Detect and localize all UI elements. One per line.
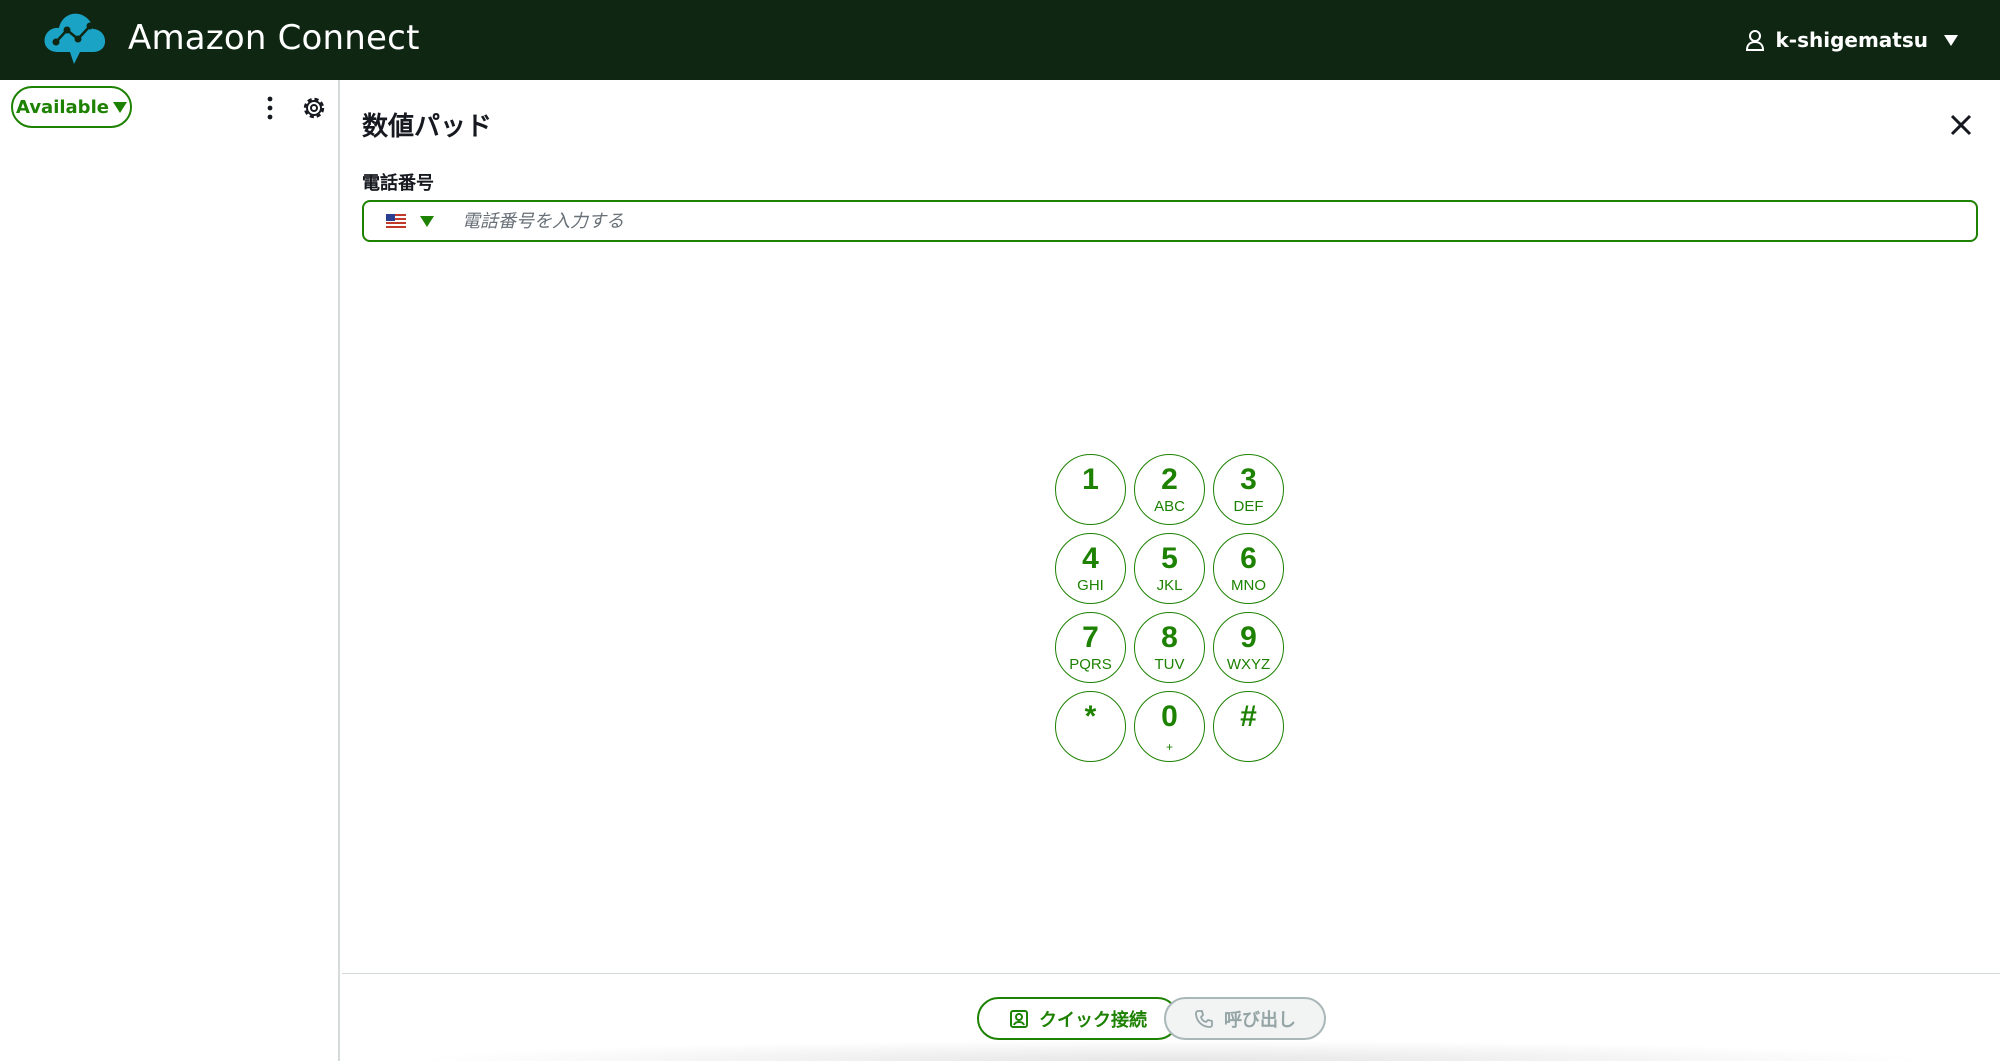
caret-down-icon bbox=[420, 215, 434, 227]
key-digit: 2 bbox=[1161, 463, 1178, 496]
us-flag-icon bbox=[386, 214, 406, 228]
country-code-dropdown[interactable] bbox=[364, 214, 462, 228]
user-name: k-shigematsu bbox=[1775, 28, 1928, 52]
phone-icon bbox=[1195, 1009, 1213, 1028]
numeric-pad-panel: 数値パッド 電話番号 1 2 ABC 3 DEF 4 GHI 5 JKL 6 MNO 7 PQRS 8 TU… bbox=[342, 80, 2000, 1061]
panel-title: 数値パッド bbox=[362, 112, 493, 142]
key-letters: PQRS bbox=[1069, 656, 1112, 673]
vertical-dots-icon[interactable] bbox=[258, 94, 282, 122]
key-digit: * bbox=[1084, 700, 1097, 733]
user-icon bbox=[1746, 30, 1765, 51]
keypad-key[interactable]: 9 WXYZ bbox=[1213, 612, 1284, 683]
footer-divider bbox=[342, 973, 2000, 974]
call-button[interactable]: 呼び出し bbox=[1164, 997, 1326, 1040]
key-digit: 0 bbox=[1161, 700, 1178, 733]
phone-number-field bbox=[362, 200, 1978, 242]
caret-down-icon bbox=[1944, 34, 1958, 46]
key-digit: # bbox=[1240, 700, 1257, 733]
keypad-key[interactable]: 4 GHI bbox=[1055, 533, 1126, 604]
keypad-key[interactable]: * bbox=[1055, 691, 1126, 762]
phone-number-label: 電話番号 bbox=[362, 173, 434, 194]
keypad-key[interactable]: 1 bbox=[1055, 454, 1126, 525]
keypad-key[interactable]: 8 TUV bbox=[1134, 612, 1205, 683]
amazon-connect-logo-icon bbox=[44, 13, 106, 64]
key-letters: JKL bbox=[1156, 577, 1183, 594]
key-digit: 9 bbox=[1240, 621, 1257, 654]
app-title: Amazon Connect bbox=[128, 18, 420, 58]
keypad-key[interactable]: # bbox=[1213, 691, 1284, 762]
key-digit: 6 bbox=[1240, 542, 1257, 575]
quick-connect-label: クイック接続 bbox=[1039, 1009, 1147, 1031]
key-letters: WXYZ bbox=[1226, 656, 1271, 673]
keypad-key[interactable]: 5 JKL bbox=[1134, 533, 1205, 604]
footer-shadow bbox=[402, 1040, 1942, 1061]
key-digit: 4 bbox=[1082, 542, 1099, 575]
key-digit: 3 bbox=[1240, 463, 1257, 496]
caret-down-icon bbox=[112, 101, 127, 113]
key-letters: TUV bbox=[1154, 656, 1185, 673]
keypad-key[interactable]: 3 DEF bbox=[1213, 454, 1284, 525]
dial-keypad: 1 2 ABC 3 DEF 4 GHI 5 JKL 6 MNO 7 PQRS 8 TUV 9 WXYZ * 0 + # bbox=[1055, 454, 1285, 764]
gear-icon[interactable] bbox=[300, 94, 328, 122]
keypad-key[interactable]: 6 MNO bbox=[1213, 533, 1284, 604]
key-letters: + bbox=[1165, 740, 1173, 754]
contact-card-icon bbox=[1010, 1009, 1028, 1028]
key-digit: 5 bbox=[1161, 542, 1178, 575]
keypad-key[interactable]: 0 + bbox=[1134, 691, 1205, 762]
key-letters: MNO bbox=[1231, 577, 1266, 594]
key-digit: 8 bbox=[1161, 621, 1178, 654]
user-menu-button[interactable]: k-shigematsu bbox=[1745, 24, 1958, 56]
agent-status-dropdown[interactable]: Available bbox=[11, 86, 132, 128]
key-letters: GHI bbox=[1077, 577, 1104, 594]
key-letters: DEF bbox=[1233, 498, 1264, 515]
key-digit: 7 bbox=[1082, 621, 1099, 654]
key-digit: 1 bbox=[1082, 463, 1099, 496]
sidebar: Available bbox=[0, 80, 340, 1061]
call-label: 呼び出し bbox=[1224, 1009, 1296, 1031]
keypad-key[interactable]: 7 PQRS bbox=[1055, 612, 1126, 683]
app-header: Amazon Connect k-shigematsu bbox=[0, 0, 2000, 80]
agent-status-label: Available bbox=[16, 96, 109, 118]
keypad-key[interactable]: 2 ABC bbox=[1134, 454, 1205, 525]
key-letters: ABC bbox=[1154, 498, 1185, 515]
quick-connect-button[interactable]: クイック接続 bbox=[977, 997, 1179, 1040]
phone-number-input[interactable] bbox=[462, 203, 1976, 239]
close-icon[interactable] bbox=[1946, 110, 1976, 140]
